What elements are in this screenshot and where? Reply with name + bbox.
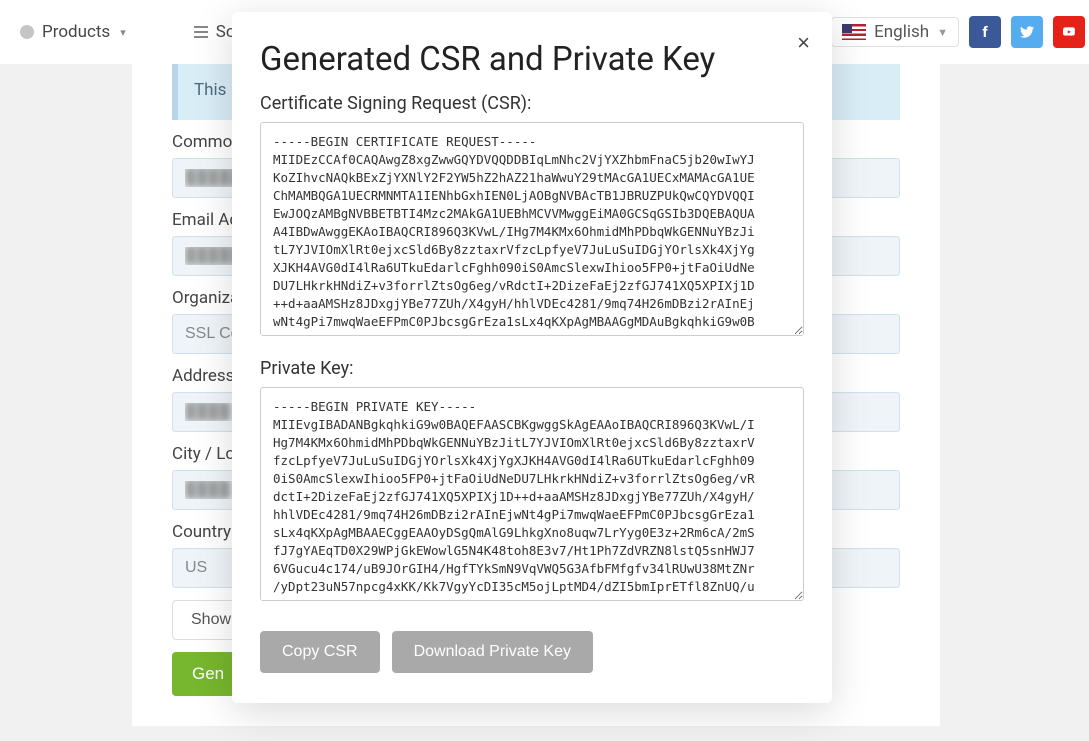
csr-result-modal: × Generated CSR and Private Key Certific… <box>232 12 832 703</box>
modal-actions: Copy CSR Download Private Key <box>260 631 804 673</box>
csr-label: Certificate Signing Request (CSR): <box>260 93 804 114</box>
modal-title: Generated CSR and Private Key <box>260 40 804 79</box>
private-key-textarea[interactable] <box>260 387 804 601</box>
download-private-key-button[interactable]: Download Private Key <box>392 631 593 673</box>
csr-textarea[interactable] <box>260 122 804 336</box>
modal-close-button[interactable]: × <box>797 32 810 54</box>
private-key-label: Private Key: <box>260 358 804 379</box>
copy-csr-button[interactable]: Copy CSR <box>260 631 380 673</box>
